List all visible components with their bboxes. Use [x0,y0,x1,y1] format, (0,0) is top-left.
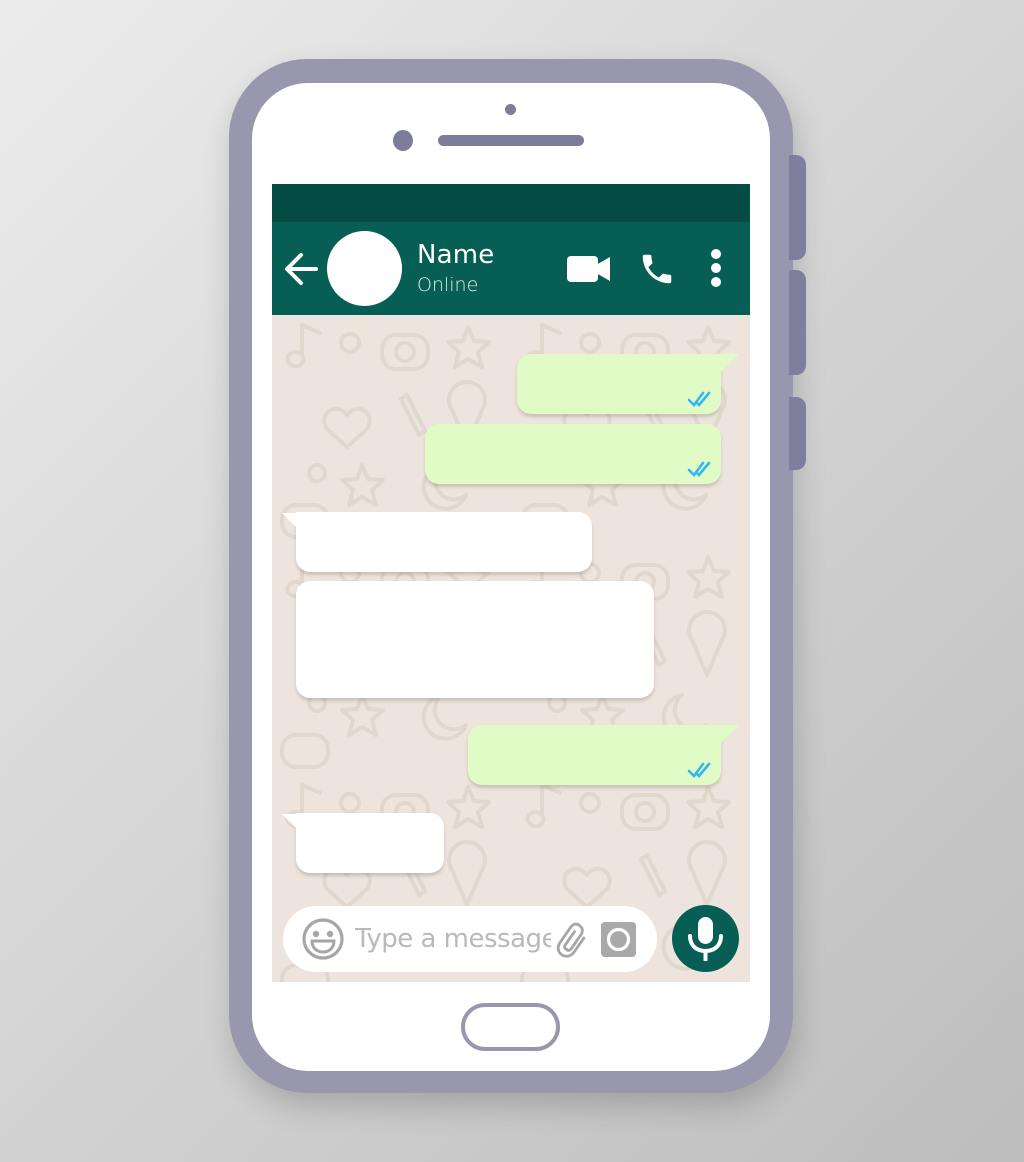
incoming-message-bubble[interactable] [296,581,654,698]
bubble-tail [282,513,302,533]
bubble-tail [282,814,302,834]
contact-status: Online [417,274,479,296]
chat-area[interactable] [272,315,750,982]
back-button[interactable] [282,250,320,288]
emoji-button[interactable] [301,917,345,961]
microphone-icon [688,917,723,961]
earpiece-speaker [438,135,584,146]
outgoing-message-bubble[interactable] [468,725,739,785]
home-button[interactable] [461,1003,560,1051]
message-composer [283,906,657,972]
incoming-message-bubble[interactable] [282,813,444,873]
volume-up-button[interactable] [789,270,806,375]
outgoing-message-bubble[interactable] [425,424,721,484]
camera-icon [601,922,636,957]
bubble-tail [719,725,739,745]
paperclip-icon [556,922,586,958]
arrow-left-icon [285,253,318,285]
voice-message-button[interactable] [672,905,739,972]
status-bar [272,184,750,222]
attach-button[interactable] [555,922,591,958]
message-input[interactable] [355,920,551,958]
video-camera-icon [567,256,610,282]
more-options-button[interactable] [709,248,723,293]
outgoing-message-bubble[interactable] [517,354,739,414]
contact-name[interactable]: Name [417,240,495,270]
bubble-tail [719,354,739,374]
emoji-icon [302,918,344,960]
incoming-message-bubble[interactable] [282,512,592,572]
double-check-read-icon [687,461,711,477]
contact-avatar[interactable] [327,231,402,306]
video-call-button[interactable] [567,255,611,288]
double-check-read-icon [687,762,711,778]
camera-button[interactable] [601,922,636,957]
more-vertical-icon [711,249,721,287]
power-button[interactable] [789,155,806,260]
volume-down-button[interactable] [789,397,806,470]
chat-header: Name Online [272,222,750,315]
proximity-sensor [505,104,516,115]
double-check-read-icon [687,391,711,407]
phone-screen: Name Online [272,184,750,982]
phone-icon [642,254,672,284]
voice-call-button[interactable] [638,250,676,293]
front-camera [393,130,413,151]
